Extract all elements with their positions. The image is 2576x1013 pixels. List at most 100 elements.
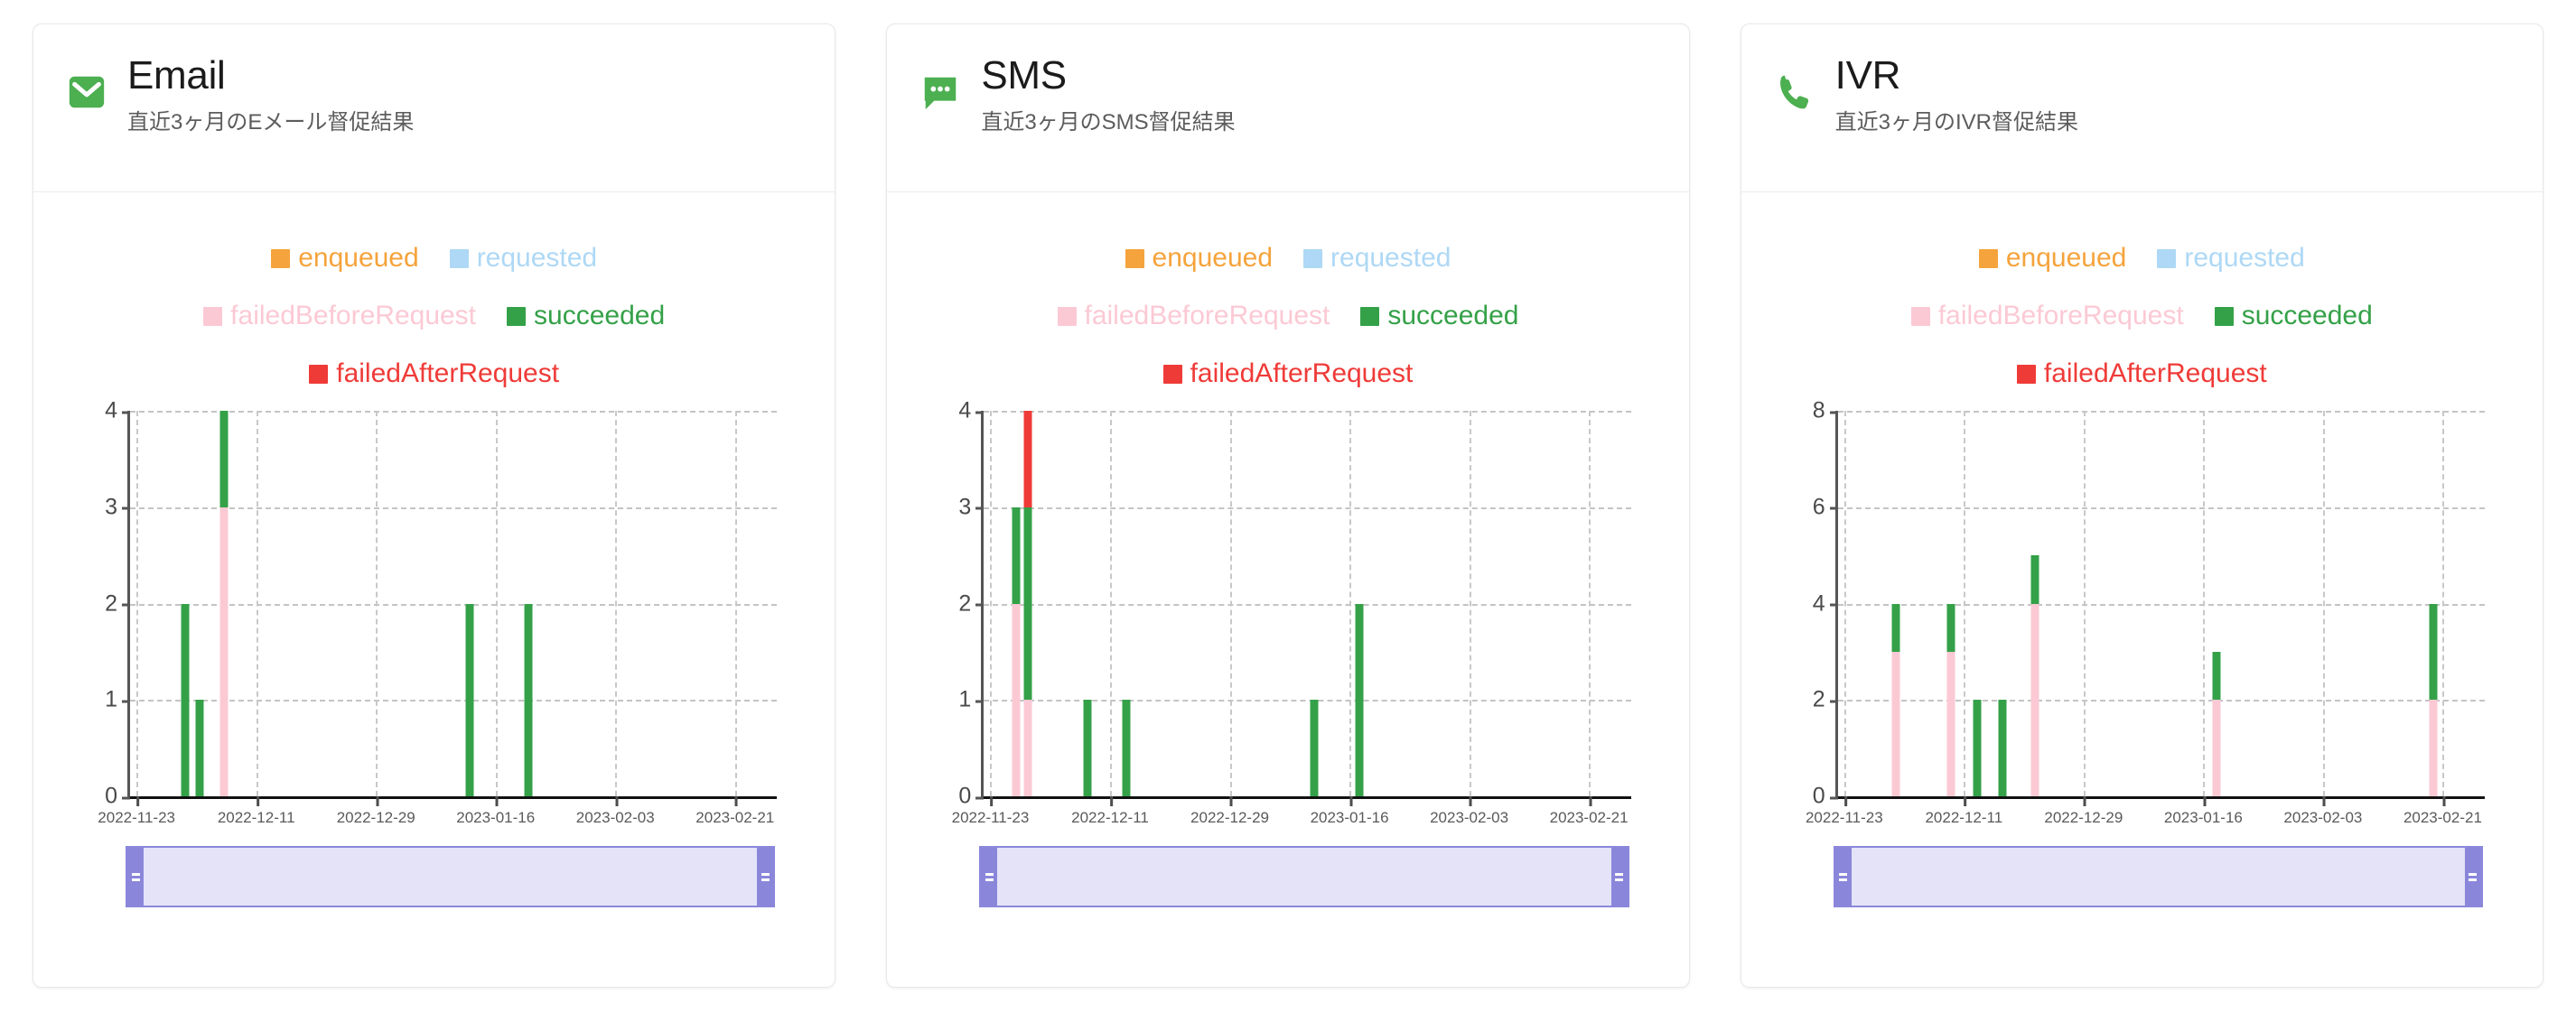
card-header-ivr: IVR 直近3ヶ月のIVR督促結果 — [1741, 24, 2543, 192]
chart-plot-area-ivr[interactable]: 0 2 4 6 8 2022-11-23 2022-12-11 2022-12-29 2023-… — [1806, 398, 2485, 826]
chart-plot-area-sms[interactable]: 0 1 2 3 4 2022-11-23 2022-12-11 2022-12-29 2023-… — [952, 398, 1631, 826]
range-right-handle[interactable] — [757, 848, 774, 906]
chart-legend-sms: enqueued requested failedBeforeRequest succ… — [910, 219, 1665, 389]
legend-item-failedBeforeRequest[interactable]: failedBeforeRequest — [1910, 301, 2184, 331]
bar-segment-succeeded[interactable] — [2212, 651, 2221, 701]
grip-line-icon — [761, 872, 770, 876]
legend-swatch-succeeded-icon — [2214, 306, 2234, 326]
legend-label-failedBeforeRequest: failedBeforeRequest — [230, 301, 477, 330]
range-right-handle[interactable] — [1610, 848, 1628, 906]
range-left-handle[interactable] — [1834, 848, 1852, 906]
y-axis-tick-label: 6 — [1813, 494, 1838, 520]
legend-item-requested[interactable]: requested — [449, 243, 597, 274]
bar-segment-succeeded[interactable] — [1946, 603, 1955, 652]
x-axis-tick-label: 2023-01-16 — [2164, 796, 2243, 827]
range-left-handle[interactable] — [127, 848, 144, 906]
bar-segment-failedBeforeRequest[interactable] — [2212, 700, 2221, 796]
bar-segment-failedBeforeRequest[interactable] — [2030, 603, 2039, 796]
range-right-handle[interactable] — [2464, 848, 2481, 906]
gridline-vertical — [495, 411, 498, 796]
bar-segment-succeeded[interactable] — [1998, 700, 2007, 796]
bar-segment-succeeded[interactable] — [1355, 603, 1364, 796]
bar-segment-succeeded[interactable] — [465, 603, 474, 796]
legend-label-failedBeforeRequest: failedBeforeRequest — [1937, 301, 2184, 330]
legend-item-enqueued[interactable]: enqueued — [1125, 243, 1273, 274]
bar-segment-succeeded[interactable] — [1973, 700, 1982, 796]
gridline-vertical — [2322, 411, 2325, 796]
legend-row: enqueued requested — [1978, 243, 2305, 274]
bar-segment-succeeded[interactable] — [1891, 603, 1900, 652]
bar-segment-succeeded[interactable] — [1122, 700, 1131, 796]
gridline-horizontal — [984, 506, 1631, 509]
y-axis-tick-label: 4 — [1813, 590, 1838, 617]
page-title-sms: SMS — [981, 53, 1067, 98]
legend-row: failedAfterRequest — [1162, 358, 1413, 389]
grip-line-icon — [2469, 872, 2478, 876]
bar-segment-failedAfterRequest[interactable] — [1023, 411, 1032, 507]
gridline-vertical — [1589, 411, 1591, 796]
bar-segment-succeeded[interactable] — [524, 603, 533, 796]
gridline-vertical — [1110, 411, 1112, 796]
card-titles: IVR 直近3ヶ月のIVR督促結果 — [1835, 54, 2078, 135]
legend-item-requested[interactable]: requested — [2157, 243, 2305, 274]
legend-label-enqueued: enqueued — [298, 243, 419, 273]
legend-item-succeeded[interactable]: succeeded — [507, 301, 665, 331]
legend-item-enqueued[interactable]: enqueued — [1978, 243, 2127, 274]
gridline-vertical — [256, 411, 258, 796]
date-range-slider-sms[interactable] — [979, 846, 1629, 907]
bar-segment-failedBeforeRequest[interactable] — [1023, 700, 1032, 796]
grip-line-icon — [985, 872, 994, 876]
legend-label-succeeded: succeeded — [534, 301, 666, 330]
y-axis-tick-label: 2 — [958, 590, 985, 617]
gridline-horizontal — [1837, 506, 2485, 509]
legend-item-enqueued[interactable]: enqueued — [271, 243, 419, 274]
card-ivr: IVR 直近3ヶ月のIVR督促結果 enqueued requested failedB… — [1740, 23, 2543, 988]
chart-plot-area-email[interactable]: 0 1 2 3 4 2022-11-23 2022-12-11 2022-12-29 2023-… — [98, 398, 778, 826]
legend-item-succeeded[interactable]: succeeded — [1360, 301, 1518, 331]
plot-wrapper-ivr: 0 2 4 6 8 2022-11-23 2022-12-11 2022-12-29 2023-… — [1765, 398, 2519, 826]
bar-segment-succeeded[interactable] — [181, 603, 190, 796]
bar-segment-succeeded[interactable] — [219, 411, 229, 507]
range-left-handle[interactable] — [981, 848, 998, 906]
card-header-sms: SMS 直近3ヶ月のSMS督促結果 — [887, 24, 1689, 192]
bar-segment-failedBeforeRequest[interactable] — [1946, 651, 1955, 796]
legend-item-failedAfterRequest[interactable]: failedAfterRequest — [1162, 358, 1413, 389]
bar-segment-failedBeforeRequest[interactable] — [2429, 700, 2438, 796]
grip-line-icon — [1839, 878, 1848, 881]
x-axis-tick-label: 2022-12-29 — [2044, 796, 2123, 827]
gridline-vertical — [2203, 411, 2206, 796]
legend-item-succeeded[interactable]: succeeded — [2214, 301, 2373, 331]
bar-segment-succeeded[interactable] — [1310, 700, 1319, 796]
legend-item-failedAfterRequest[interactable]: failedAfterRequest — [309, 358, 559, 389]
bar-segment-succeeded[interactable] — [1023, 506, 1032, 701]
y-axis-tick-label: 3 — [105, 494, 130, 520]
legend-item-requested[interactable]: requested — [1303, 243, 1451, 274]
gridline-horizontal — [1837, 411, 2485, 413]
bar-segment-failedBeforeRequest[interactable] — [1891, 651, 1900, 796]
legend-item-failedAfterRequest[interactable]: failedAfterRequest — [2016, 358, 2267, 389]
gridline-vertical — [1843, 411, 1846, 796]
bar-segment-succeeded[interactable] — [1012, 506, 1021, 604]
date-range-slider-email[interactable] — [126, 846, 776, 907]
bar-segment-failedBeforeRequest[interactable] — [219, 506, 229, 796]
x-axis-tick-label: 2022-12-29 — [1190, 796, 1269, 827]
date-range-slider-ivr[interactable] — [1833, 846, 2483, 907]
bar-segment-succeeded[interactable] — [195, 700, 204, 796]
x-axis-tick-label: 2022-12-11 — [1925, 796, 2002, 827]
legend-item-failedBeforeRequest[interactable]: failedBeforeRequest — [203, 301, 476, 331]
gridline-vertical — [615, 411, 618, 796]
legend-label-enqueued: enqueued — [2005, 243, 2127, 273]
legend-row: failedBeforeRequest succeeded — [1910, 301, 2373, 331]
grip-line-icon — [1839, 872, 1848, 876]
legend-item-failedBeforeRequest[interactable]: failedBeforeRequest — [1057, 301, 1330, 331]
gridline-horizontal — [984, 700, 1631, 702]
card-email: Email 直近3ヶ月のEメール督促結果 enqueued requested fail… — [33, 23, 836, 988]
legend-row: enqueued requested — [1125, 243, 1451, 274]
bar-segment-succeeded[interactable] — [1083, 700, 1092, 796]
y-axis-tick-label: 8 — [1813, 398, 1838, 424]
bar-segment-succeeded[interactable] — [2030, 555, 2039, 604]
bar-segment-failedBeforeRequest[interactable] — [1012, 603, 1021, 796]
bar-segment-succeeded[interactable] — [2429, 603, 2438, 701]
legend-row: failedBeforeRequest succeeded — [203, 301, 665, 331]
legend-swatch-failedBeforeRequest-icon — [1910, 306, 1930, 326]
